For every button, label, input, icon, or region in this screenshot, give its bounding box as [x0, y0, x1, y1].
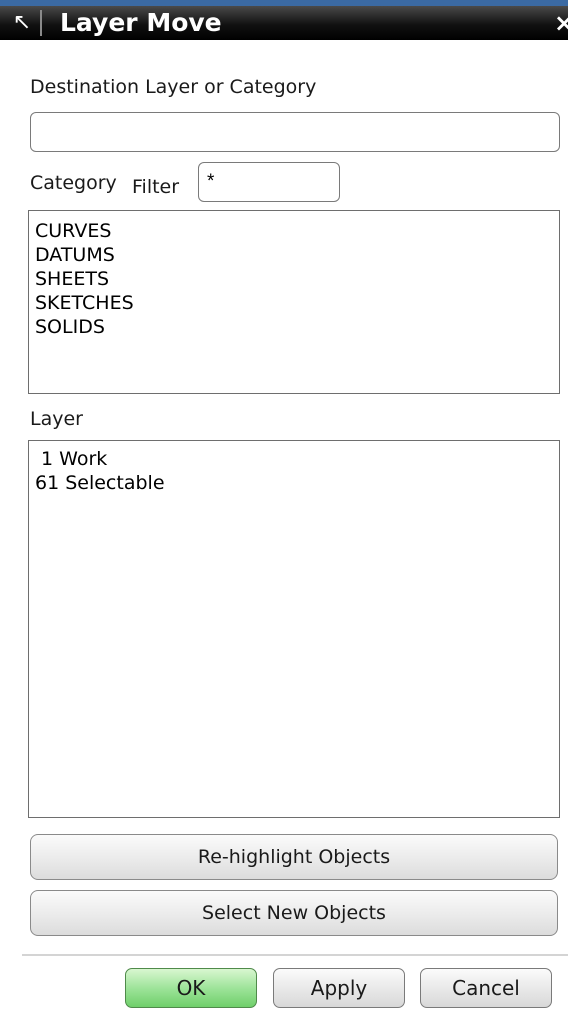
list-item[interactable]: DATUMS: [35, 243, 559, 267]
dialog-title: Layer Move: [60, 8, 222, 37]
title-separator: [40, 10, 42, 36]
list-item[interactable]: 1 Work: [35, 447, 559, 471]
title-bar[interactable]: ↖ Layer Move ×: [0, 0, 568, 40]
destination-input[interactable]: [30, 112, 560, 152]
select-new-objects-button[interactable]: Select New Objects: [30, 890, 558, 936]
cancel-button[interactable]: Cancel: [420, 968, 552, 1008]
list-item[interactable]: SHEETS: [35, 267, 559, 291]
list-item[interactable]: SKETCHES: [35, 291, 559, 315]
layer-label: Layer: [30, 408, 83, 430]
close-icon[interactable]: ×: [554, 6, 568, 40]
pin-icon[interactable]: ↖: [8, 10, 36, 36]
layer-list[interactable]: 1 Work 61 Selectable: [28, 440, 560, 818]
list-item[interactable]: SOLIDS: [35, 315, 559, 339]
destination-label: Destination Layer or Category: [30, 76, 317, 98]
rehighlight-objects-button[interactable]: Re-highlight Objects: [30, 834, 558, 880]
list-item[interactable]: 61 Selectable: [35, 471, 559, 495]
footer-divider: [22, 954, 568, 957]
layer-move-dialog: ↖ Layer Move × Destination Layer or Cate…: [0, 0, 568, 1012]
category-list[interactable]: CURVES DATUMS SHEETS SKETCHES SOLIDS: [28, 210, 560, 394]
category-label: Category: [30, 172, 117, 194]
ok-button[interactable]: OK: [125, 968, 257, 1008]
list-item[interactable]: CURVES: [35, 219, 559, 243]
category-filter-input[interactable]: [198, 162, 340, 202]
apply-button[interactable]: Apply: [273, 968, 405, 1008]
filter-label: Filter: [132, 176, 180, 198]
